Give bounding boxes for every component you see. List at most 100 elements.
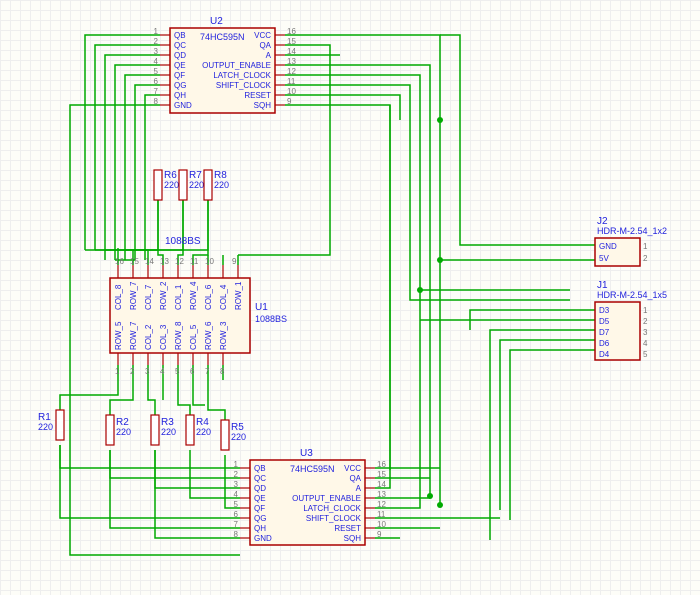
svg-text:7: 7 [234,520,239,529]
resistor-r8: R8 220 [204,170,229,200]
svg-text:2: 2 [643,317,648,326]
svg-text:13: 13 [160,257,169,266]
svg-text:14: 14 [145,257,154,266]
svg-text:6: 6 [154,77,159,86]
svg-text:QE: QE [254,494,266,503]
svg-text:5V: 5V [599,254,609,263]
ic-u1-1088bs: U1 1088BS 1088BS 16 15 14 13 12 11 10 9 … [110,236,287,376]
ic-u3: U3 74HC595N 1 2 3 4 5 6 7 8 QB QC QD QE … [234,448,387,545]
svg-text:QG: QG [174,81,186,90]
conn-j2: J2 HDR-M-2.54_1x2 GND 5V 1 2 [595,216,667,266]
svg-text:ROW_2: ROW_2 [159,281,168,310]
svg-text:RESET: RESET [244,91,271,100]
svg-text:ROW_3: ROW_3 [219,321,228,350]
svg-text:QE: QE [174,61,186,70]
resistor-r7: R7 220 [179,170,204,200]
svg-text:2: 2 [234,470,239,479]
svg-text:11: 11 [190,257,199,266]
svg-text:SHIFT_CLOCK: SHIFT_CLOCK [216,81,272,90]
svg-text:QC: QC [254,474,266,483]
svg-text:14: 14 [287,47,296,56]
svg-text:D6: D6 [599,339,610,348]
svg-text:220: 220 [214,180,229,190]
svg-text:10: 10 [205,257,214,266]
svg-text:ROW_7: ROW_7 [129,321,138,350]
svg-text:COL_1: COL_1 [174,284,183,310]
svg-text:12: 12 [287,67,296,76]
svg-text:SQH: SQH [254,101,272,110]
svg-text:COL_7: COL_7 [144,284,153,310]
svg-text:5: 5 [175,367,180,376]
svg-text:5: 5 [154,67,159,76]
svg-text:OUTPUT_ENABLE: OUTPUT_ENABLE [292,494,361,503]
svg-text:QF: QF [174,71,185,80]
svg-text:VCC: VCC [254,31,271,40]
svg-text:2: 2 [643,254,648,263]
svg-text:QD: QD [254,484,266,493]
svg-text:COL_5: COL_5 [189,324,198,350]
svg-text:16: 16 [287,27,296,36]
schematic-canvas: U2 74HC595N 1 2 3 4 5 6 7 8 QB QC QD QE … [0,0,700,595]
svg-text:D4: D4 [599,350,610,359]
svg-text:QF: QF [254,504,265,513]
svg-text:1: 1 [234,460,239,469]
svg-text:3: 3 [643,328,648,337]
svg-text:1: 1 [154,27,159,36]
svg-text:COL_3: COL_3 [159,324,168,350]
svg-text:4: 4 [160,367,165,376]
svg-text:8: 8 [154,97,159,106]
svg-text:9: 9 [377,530,382,539]
resistor-r5: R5 220 [221,420,246,450]
svg-text:16: 16 [115,257,124,266]
svg-text:220: 220 [164,180,179,190]
svg-text:COL_8: COL_8 [114,284,123,310]
ic-u2: U2 74HC595N 1 2 3 4 5 6 7 8 QB QC QD QE … [154,16,297,113]
svg-text:4: 4 [154,57,159,66]
svg-text:1088BS: 1088BS [255,314,287,324]
resistor-r6: R6 220 [154,170,179,200]
svg-text:4: 4 [643,339,648,348]
svg-text:8: 8 [220,367,225,376]
svg-text:A: A [356,484,362,493]
svg-text:ROW_1: ROW_1 [234,281,243,310]
svg-text:QG: QG [254,514,266,523]
svg-text:4: 4 [234,490,239,499]
svg-text:COL_2: COL_2 [144,324,153,350]
u3-ref: U3 [300,448,313,459]
svg-text:14: 14 [377,480,386,489]
svg-text:13: 13 [287,57,296,66]
svg-text:QB: QB [254,464,266,473]
svg-text:9: 9 [232,257,237,266]
svg-text:1: 1 [643,306,648,315]
resistor-r3: R3 220 [151,415,176,445]
svg-text:LATCH_CLOCK: LATCH_CLOCK [213,71,271,80]
svg-text:HDR-M-2.54_1x2: HDR-M-2.54_1x2 [597,226,667,236]
svg-text:QB: QB [174,31,186,40]
resistor-r1: R1 220 [38,410,64,440]
svg-text:SHIFT_CLOCK: SHIFT_CLOCK [306,514,362,523]
svg-text:SQH: SQH [344,534,362,543]
svg-text:QD: QD [174,51,186,60]
svg-text:5: 5 [643,350,648,359]
svg-text:D5: D5 [599,317,610,326]
svg-text:GND: GND [599,242,617,251]
svg-text:9: 9 [287,97,292,106]
svg-text:11: 11 [377,510,386,519]
svg-text:3: 3 [234,480,239,489]
svg-text:ROW_4: ROW_4 [189,281,198,310]
svg-text:12: 12 [175,257,184,266]
svg-text:QA: QA [349,474,361,483]
svg-text:3: 3 [145,367,150,376]
svg-text:220: 220 [196,427,211,437]
svg-text:HDR-M-2.54_1x5: HDR-M-2.54_1x5 [597,290,667,300]
svg-text:COL_4: COL_4 [219,284,228,310]
svg-text:2: 2 [154,37,159,46]
svg-text:220: 220 [161,427,176,437]
svg-text:5: 5 [234,500,239,509]
svg-text:OUTPUT_ENABLE: OUTPUT_ENABLE [202,61,271,70]
svg-text:7: 7 [154,87,159,96]
svg-text:10: 10 [377,520,386,529]
svg-text:D3: D3 [599,306,610,315]
svg-text:1: 1 [115,367,120,376]
svg-text:1: 1 [643,242,648,251]
